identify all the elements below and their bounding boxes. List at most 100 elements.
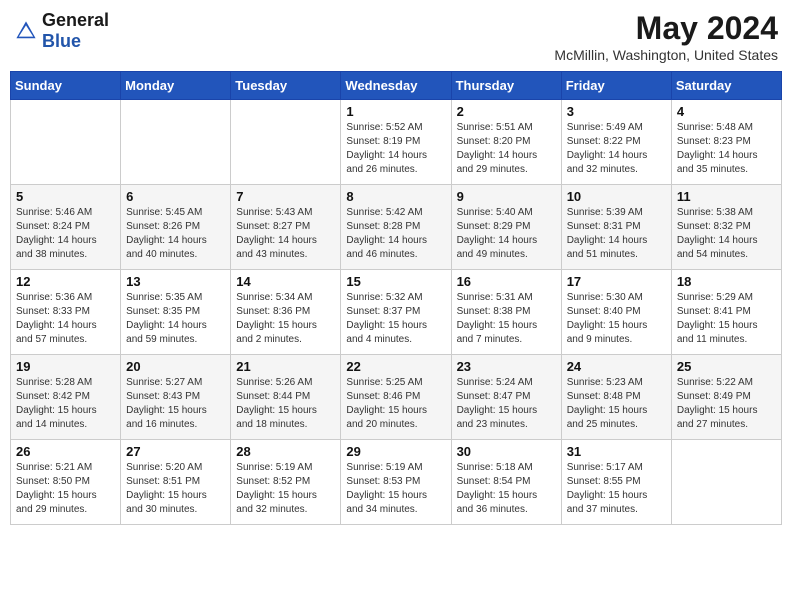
calendar-cell: 3Sunrise: 5:49 AM Sunset: 8:22 PM Daylig… — [561, 100, 671, 185]
day-number: 13 — [126, 274, 225, 289]
day-info: Sunrise: 5:42 AM Sunset: 8:28 PM Dayligh… — [346, 206, 445, 262]
weekday-header-sunday: Sunday — [11, 72, 121, 100]
day-info: Sunrise: 5:40 AM Sunset: 8:29 PM Dayligh… — [457, 206, 556, 262]
calendar-cell: 24 Sunrise: 5:23 AM Sunset: 8:48 PM Dayli… — [561, 355, 671, 440]
calendar-cell: 20Sunrise: 5:27 AM Sunset: 8:43 PM Dayli… — [121, 355, 231, 440]
title-block: May 2024 McMillin, Washington, United St… — [554, 10, 778, 63]
calendar-week-row: 5Sunrise: 5:46 AM Sunset: 8:24 PM Daylig… — [11, 185, 782, 270]
calendar-cell: 26 Sunrise: 5:21 AM Sunset: 8:50 PM Dayli… — [11, 440, 121, 525]
day-number: 14 — [236, 274, 335, 289]
day-info: Sunrise: 5:21 AM Sunset: 8:50 PM Dayligh… — [16, 461, 115, 517]
day-number: 1 — [346, 104, 445, 119]
calendar-cell: 22 Sunrise: 5:25 AM Sunset: 8:46 PM Dayli… — [341, 355, 451, 440]
day-number: 5 — [16, 189, 115, 204]
day-number: 10 — [567, 189, 666, 204]
day-info: Sunrise: 5:35 AM Sunset: 8:35 PM Dayligh… — [126, 291, 225, 347]
day-info: Sunrise: 5:39 AM Sunset: 8:31 PM Dayligh… — [567, 206, 666, 262]
calendar-cell: 8 Sunrise: 5:42 AM Sunset: 8:28 PM Daylig… — [341, 185, 451, 270]
calendar-cell: 7 Sunrise: 5:43 AM Sunset: 8:27 PM Daylig… — [231, 185, 341, 270]
day-number: 27 — [126, 444, 225, 459]
calendar-cell: 16 Sunrise: 5:31 AM Sunset: 8:38 PM Dayli… — [451, 270, 561, 355]
day-number: 11 — [677, 189, 776, 204]
day-number: 31 — [567, 444, 666, 459]
calendar-cell — [121, 100, 231, 185]
calendar-cell: 19Sunrise: 5:28 AM Sunset: 8:42 PM Dayli… — [11, 355, 121, 440]
weekday-header-tuesday: Tuesday — [231, 72, 341, 100]
calendar-cell: 5Sunrise: 5:46 AM Sunset: 8:24 PM Daylig… — [11, 185, 121, 270]
logo-text-blue: Blue — [42, 31, 81, 51]
day-info: Sunrise: 5:29 AM Sunset: 8:41 PM Dayligh… — [677, 291, 776, 347]
calendar-cell: 9 Sunrise: 5:40 AM Sunset: 8:29 PM Daylig… — [451, 185, 561, 270]
calendar-week-row: 26 Sunrise: 5:21 AM Sunset: 8:50 PM Dayli… — [11, 440, 782, 525]
calendar-cell: 11 Sunrise: 5:38 AM Sunset: 8:32 PM Dayli… — [671, 185, 781, 270]
day-info: Sunrise: 5:36 AM Sunset: 8:33 PM Dayligh… — [16, 291, 115, 347]
calendar-cell — [231, 100, 341, 185]
calendar-cell — [671, 440, 781, 525]
logo: General Blue — [14, 10, 109, 52]
day-number: 28 — [236, 444, 335, 459]
day-info: Sunrise: 5:31 AM Sunset: 8:38 PM Dayligh… — [457, 291, 556, 347]
calendar-cell: 10 Sunrise: 5:39 AM Sunset: 8:31 PM Dayli… — [561, 185, 671, 270]
calendar-week-row: 1Sunrise: 5:52 AM Sunset: 8:19 PM Daylig… — [11, 100, 782, 185]
calendar-cell: 2 Sunrise: 5:51 AM Sunset: 8:20 PM Daylig… — [451, 100, 561, 185]
day-info: Sunrise: 5:23 AM Sunset: 8:48 PM Dayligh… — [567, 376, 666, 432]
day-number: 22 — [346, 359, 445, 374]
day-info: Sunrise: 5:51 AM Sunset: 8:20 PM Dayligh… — [457, 121, 556, 177]
day-number: 23 — [457, 359, 556, 374]
day-number: 17 — [567, 274, 666, 289]
calendar-cell: 6 Sunrise: 5:45 AM Sunset: 8:26 PM Daylig… — [121, 185, 231, 270]
logo-icon — [14, 19, 38, 43]
calendar-cell: 18 Sunrise: 5:29 AM Sunset: 8:41 PM Dayli… — [671, 270, 781, 355]
day-number: 8 — [346, 189, 445, 204]
month-title: May 2024 — [554, 10, 778, 47]
day-number: 18 — [677, 274, 776, 289]
calendar-cell: 29 Sunrise: 5:19 AM Sunset: 8:53 PM Dayli… — [341, 440, 451, 525]
calendar-week-row: 12 Sunrise: 5:36 AM Sunset: 8:33 PM Dayli… — [11, 270, 782, 355]
day-number: 21 — [236, 359, 335, 374]
day-info: Sunrise: 5:30 AM Sunset: 8:40 PM Dayligh… — [567, 291, 666, 347]
day-number: 24 — [567, 359, 666, 374]
page-header: General Blue May 2024 McMillin, Washingt… — [10, 10, 782, 63]
day-info: Sunrise: 5:43 AM Sunset: 8:27 PM Dayligh… — [236, 206, 335, 262]
weekday-header-monday: Monday — [121, 72, 231, 100]
day-number: 26 — [16, 444, 115, 459]
day-info: Sunrise: 5:19 AM Sunset: 8:53 PM Dayligh… — [346, 461, 445, 517]
day-number: 15 — [346, 274, 445, 289]
day-info: Sunrise: 5:19 AM Sunset: 8:52 PM Dayligh… — [236, 461, 335, 517]
day-info: Sunrise: 5:17 AM Sunset: 8:55 PM Dayligh… — [567, 461, 666, 517]
calendar-cell: 12 Sunrise: 5:36 AM Sunset: 8:33 PM Dayli… — [11, 270, 121, 355]
calendar-cell: 13 Sunrise: 5:35 AM Sunset: 8:35 PM Dayli… — [121, 270, 231, 355]
day-number: 2 — [457, 104, 556, 119]
calendar-cell: 15Sunrise: 5:32 AM Sunset: 8:37 PM Dayli… — [341, 270, 451, 355]
day-number: 9 — [457, 189, 556, 204]
calendar-cell: 31 Sunrise: 5:17 AM Sunset: 8:55 PM Dayli… — [561, 440, 671, 525]
day-number: 12 — [16, 274, 115, 289]
day-number: 7 — [236, 189, 335, 204]
weekday-header-wednesday: Wednesday — [341, 72, 451, 100]
weekday-header-friday: Friday — [561, 72, 671, 100]
day-number: 20 — [126, 359, 225, 374]
calendar-cell: 14 Sunrise: 5:34 AM Sunset: 8:36 PM Dayli… — [231, 270, 341, 355]
calendar-header-row: SundayMondayTuesdayWednesdayThursdayFrid… — [11, 72, 782, 100]
day-number: 30 — [457, 444, 556, 459]
calendar-cell — [11, 100, 121, 185]
day-number: 19 — [16, 359, 115, 374]
day-number: 3 — [567, 104, 666, 119]
day-number: 16 — [457, 274, 556, 289]
day-info: Sunrise: 5:45 AM Sunset: 8:26 PM Dayligh… — [126, 206, 225, 262]
calendar-cell: 27 Sunrise: 5:20 AM Sunset: 8:51 PM Dayli… — [121, 440, 231, 525]
calendar-cell: 30Sunrise: 5:18 AM Sunset: 8:54 PM Dayli… — [451, 440, 561, 525]
day-info: Sunrise: 5:48 AM Sunset: 8:23 PM Dayligh… — [677, 121, 776, 177]
day-info: Sunrise: 5:38 AM Sunset: 8:32 PM Dayligh… — [677, 206, 776, 262]
calendar-table: SundayMondayTuesdayWednesdayThursdayFrid… — [10, 71, 782, 525]
calendar-cell: 4 Sunrise: 5:48 AM Sunset: 8:23 PM Daylig… — [671, 100, 781, 185]
day-info: Sunrise: 5:20 AM Sunset: 8:51 PM Dayligh… — [126, 461, 225, 517]
day-number: 4 — [677, 104, 776, 119]
calendar-cell: 23 Sunrise: 5:24 AM Sunset: 8:47 PM Dayli… — [451, 355, 561, 440]
day-number: 6 — [126, 189, 225, 204]
day-number: 29 — [346, 444, 445, 459]
day-info: Sunrise: 5:25 AM Sunset: 8:46 PM Dayligh… — [346, 376, 445, 432]
day-info: Sunrise: 5:34 AM Sunset: 8:36 PM Dayligh… — [236, 291, 335, 347]
day-number: 25 — [677, 359, 776, 374]
day-info: Sunrise: 5:24 AM Sunset: 8:47 PM Dayligh… — [457, 376, 556, 432]
